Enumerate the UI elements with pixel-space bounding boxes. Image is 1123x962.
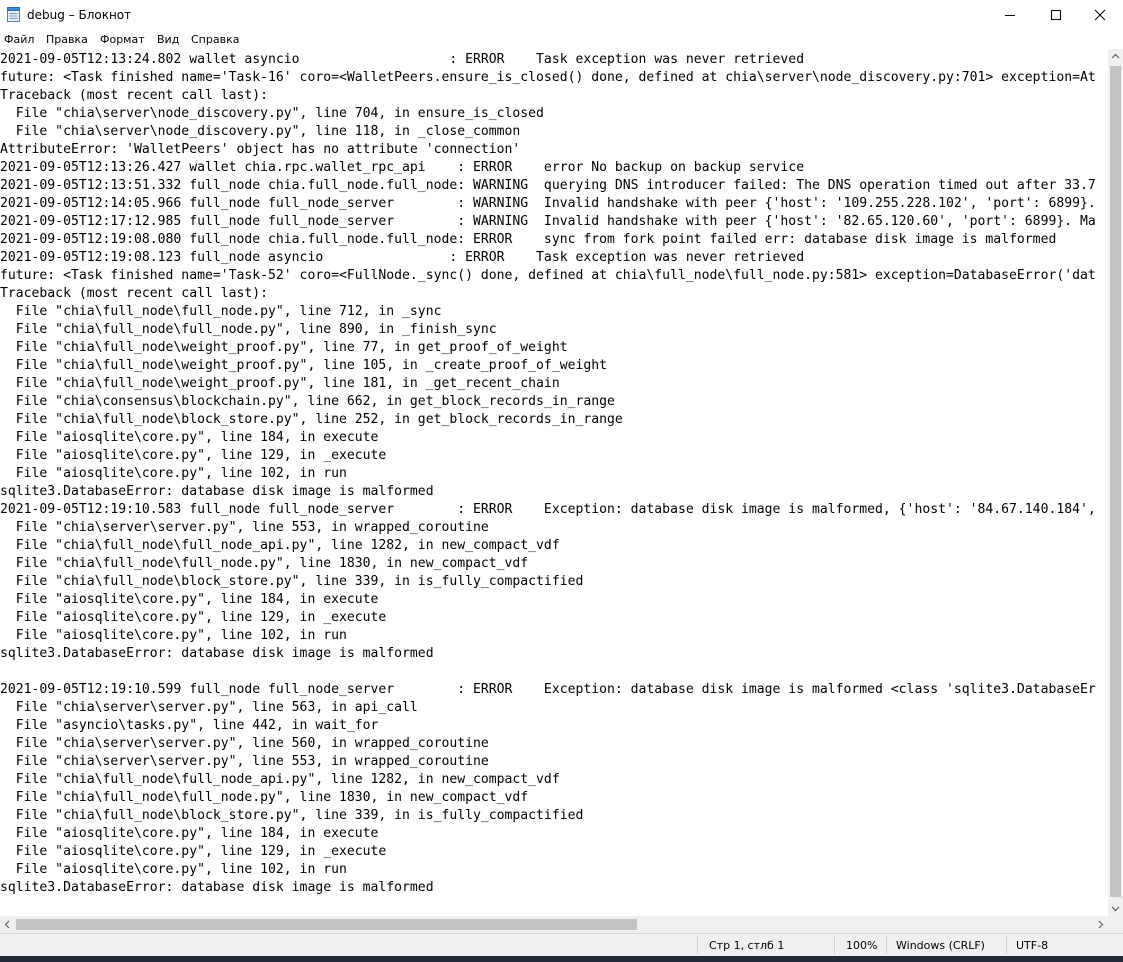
- text-line[interactable]: sqlite3.DatabaseError: database disk ima…: [0, 645, 1096, 663]
- text-line[interactable]: future: <Task finished name='Task-16' co…: [0, 69, 1096, 87]
- text-line[interactable]: File "aiosqlite\core.py", line 102, in r…: [0, 465, 1096, 483]
- vertical-scrollbar[interactable]: [1108, 49, 1123, 916]
- vertical-scroll-thumb[interactable]: [1110, 66, 1121, 897]
- menu-view[interactable]: Вид: [157, 32, 179, 47]
- text-line[interactable]: AttributeError: 'WalletPeers' object has…: [0, 141, 1096, 159]
- chevron-right-icon: [1098, 920, 1104, 929]
- text-line[interactable]: File "chia\server\server.py", line 563, …: [0, 699, 1096, 717]
- notepad-icon: [7, 7, 20, 22]
- text-line[interactable]: 2021-09-05T12:13:26.427 wallet chia.rpc.…: [0, 159, 1096, 177]
- text-line[interactable]: sqlite3.DatabaseError: database disk ima…: [0, 879, 1096, 897]
- scroll-down-button[interactable]: [1108, 901, 1123, 916]
- status-line-ending: Windows (CRLF): [896, 939, 985, 952]
- horizontal-scrollbar[interactable]: [0, 916, 1108, 933]
- title-bar[interactable]: debug – Блокнот: [0, 0, 1123, 30]
- editor-content[interactable]: 2021-09-05T12:13:24.802 wallet asyncio :…: [0, 51, 1096, 897]
- scroll-left-button[interactable]: [0, 916, 15, 933]
- menu-format[interactable]: Формат: [100, 32, 145, 47]
- text-line[interactable]: File "chia\consensus\blockchain.py", lin…: [0, 393, 1096, 411]
- text-line[interactable]: 2021-09-05T12:19:10.599 full_node full_n…: [0, 681, 1096, 699]
- text-line[interactable]: File "chia\server\server.py", line 553, …: [0, 753, 1096, 771]
- window-title: debug – Блокнот: [27, 8, 132, 22]
- horizontal-scroll-thumb[interactable]: [16, 919, 637, 930]
- text-line[interactable]: Traceback (most recent call last):: [0, 87, 1096, 105]
- status-encoding: UTF-8: [1016, 939, 1049, 952]
- text-line[interactable]: future: <Task finished name='Task-52' co…: [0, 267, 1096, 285]
- scroll-up-button[interactable]: [1108, 49, 1123, 64]
- text-line[interactable]: 2021-09-05T12:19:08.080 full_node chia.f…: [0, 231, 1096, 249]
- text-line[interactable]: File "chia\full_node\full_node_api.py", …: [0, 771, 1096, 789]
- status-separator: [1006, 936, 1007, 954]
- text-line[interactable]: 2021-09-05T12:17:12.985 full_node full_n…: [0, 213, 1096, 231]
- text-line[interactable]: File "aiosqlite\core.py", line 129, in _…: [0, 843, 1096, 861]
- text-line[interactable]: File "chia\full_node\block_store.py", li…: [0, 411, 1096, 429]
- text-line[interactable]: File "chia\full_node\weight_proof.py", l…: [0, 375, 1096, 393]
- status-separator: [886, 936, 887, 954]
- menu-edit[interactable]: Правка: [46, 32, 88, 47]
- scrollbar-corner: [1108, 916, 1123, 933]
- text-line[interactable]: File "aiosqlite\core.py", line 102, in r…: [0, 861, 1096, 879]
- text-line[interactable]: File "chia\full_node\weight_proof.py", l…: [0, 339, 1096, 357]
- text-line[interactable]: File "aiosqlite\core.py", line 102, in r…: [0, 627, 1096, 645]
- text-line[interactable]: File "chia\full_node\block_store.py", li…: [0, 807, 1096, 825]
- text-line[interactable]: File "asyncio\tasks.py", line 442, in wa…: [0, 717, 1096, 735]
- text-editor[interactable]: 2021-09-05T12:13:24.802 wallet asyncio :…: [0, 49, 1108, 916]
- text-line[interactable]: File "chia\full_node\block_store.py", li…: [0, 573, 1096, 591]
- status-zoom: 100%: [846, 939, 878, 952]
- text-line[interactable]: File "chia\full_node\full_node.py", line…: [0, 303, 1096, 321]
- text-line[interactable]: 2021-09-05T12:19:10.583 full_node full_n…: [0, 501, 1096, 519]
- text-line[interactable]: File "aiosqlite\core.py", line 129, in _…: [0, 609, 1096, 627]
- status-separator: [697, 936, 698, 954]
- minimize-icon: [1005, 15, 1015, 16]
- status-cursor-position: Стр 1, стлб 1: [709, 939, 785, 952]
- text-line[interactable]: File "chia\server\server.py", line 553, …: [0, 519, 1096, 537]
- text-line[interactable]: File "chia\full_node\full_node.py", line…: [0, 555, 1096, 573]
- menu-file[interactable]: Файл: [4, 32, 34, 47]
- minimize-button[interactable]: [987, 0, 1033, 30]
- text-line[interactable]: Traceback (most recent call last):: [0, 285, 1096, 303]
- status-separator: [834, 936, 835, 954]
- status-bar: Стр 1, стлб 1 100% Windows (CRLF) UTF-8: [0, 933, 1123, 957]
- text-line[interactable]: File "chia\server\node_discovery.py", li…: [0, 123, 1096, 141]
- scroll-right-button[interactable]: [1093, 916, 1108, 933]
- text-line[interactable]: File "aiosqlite\core.py", line 184, in e…: [0, 591, 1096, 609]
- text-line[interactable]: [0, 663, 1096, 681]
- text-line[interactable]: File "chia\full_node\full_node.py", line…: [0, 789, 1096, 807]
- text-line[interactable]: sqlite3.DatabaseError: database disk ima…: [0, 483, 1096, 501]
- text-line[interactable]: File "aiosqlite\core.py", line 184, in e…: [0, 429, 1096, 447]
- maximize-icon: [1051, 10, 1061, 20]
- menu-help[interactable]: Справка: [191, 32, 239, 47]
- text-line[interactable]: File "chia\full_node\weight_proof.py", l…: [0, 357, 1096, 375]
- text-line[interactable]: 2021-09-05T12:13:24.802 wallet asyncio :…: [0, 51, 1096, 69]
- text-line[interactable]: 2021-09-05T12:13:51.332 full_node chia.f…: [0, 177, 1096, 195]
- text-line[interactable]: File "aiosqlite\core.py", line 184, in e…: [0, 825, 1096, 843]
- menu-bar: Файл Правка Формат Вид Справка: [0, 30, 1123, 49]
- chevron-down-icon: [1111, 906, 1120, 912]
- close-button[interactable]: [1077, 0, 1123, 30]
- text-line[interactable]: File "aiosqlite\core.py", line 129, in _…: [0, 447, 1096, 465]
- text-line[interactable]: File "chia\server\node_discovery.py", li…: [0, 105, 1096, 123]
- chevron-left-icon: [4, 920, 10, 929]
- maximize-button[interactable]: [1033, 0, 1079, 30]
- close-icon: [1094, 9, 1106, 21]
- text-line[interactable]: 2021-09-05T12:14:05.966 full_node full_n…: [0, 195, 1096, 213]
- text-line[interactable]: File "chia\full_node\full_node.py", line…: [0, 321, 1096, 339]
- taskbar: [0, 956, 1123, 962]
- text-line[interactable]: File "chia\full_node\full_node_api.py", …: [0, 537, 1096, 555]
- chevron-up-icon: [1111, 53, 1120, 59]
- text-line[interactable]: File "chia\server\server.py", line 560, …: [0, 735, 1096, 753]
- text-line[interactable]: 2021-09-05T12:19:08.123 full_node asynci…: [0, 249, 1096, 267]
